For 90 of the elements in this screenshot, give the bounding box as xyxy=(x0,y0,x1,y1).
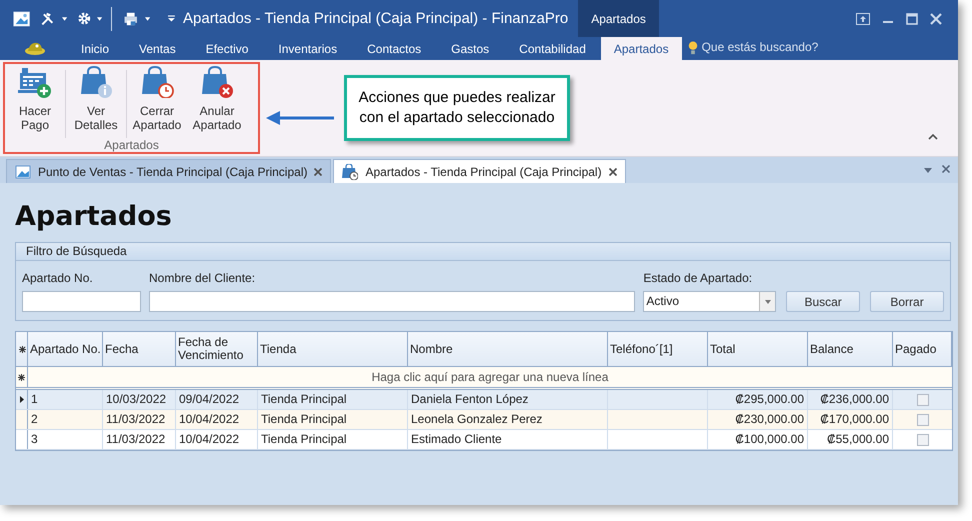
column-header[interactable]: Apartado No. xyxy=(28,332,103,366)
ribbon-button[interactable]: Cerrar Apartado xyxy=(127,66,187,132)
ribbon-tab[interactable]: Efectivo xyxy=(190,37,264,60)
table-cell: 2 xyxy=(31,412,38,426)
document-tab[interactable]: Punto de Ventas - Tienda Principal (Caja Principal) xyxy=(6,159,332,183)
table-cell: Leonela Gonzalez Perez xyxy=(411,412,542,426)
table-cell: 11/03/2022 xyxy=(106,412,166,426)
column-header[interactable]: Pagado xyxy=(893,332,952,366)
arrow xyxy=(266,110,336,126)
close-icon[interactable] xyxy=(314,168,322,176)
table-cell: 10/04/2022 xyxy=(179,432,240,446)
app-menu-icon[interactable] xyxy=(24,41,46,55)
document-tab[interactable]: Apartados - Tienda Principal (Caja Principal) xyxy=(333,159,626,183)
close-icon[interactable] xyxy=(942,165,950,173)
table-cell: ₡55,000.00 xyxy=(826,432,889,446)
image-icon xyxy=(15,164,31,180)
image-icon[interactable] xyxy=(13,8,30,28)
table-cell: Estimado Cliente xyxy=(411,432,502,446)
table-cell: ₡236,000.00 xyxy=(820,392,889,406)
caret-icon[interactable] xyxy=(97,16,103,20)
tab-label: Punto de Ventas - Tienda Principal (Caja Principal) xyxy=(38,164,308,178)
field-label: Estado de Apartado: xyxy=(643,271,754,285)
ribbon-button[interactable]: Hacer Pago xyxy=(5,66,65,132)
table-cell: ₡100,000.00 xyxy=(735,432,804,446)
ribbon-tab[interactable]: Gastos xyxy=(436,37,504,60)
filter-button[interactable]: Borrar xyxy=(870,291,944,312)
ribbon-display-icon[interactable] xyxy=(856,12,870,24)
table-cell: 10/03/2022 xyxy=(106,392,166,406)
cash-register-icon xyxy=(18,66,52,98)
context-tab-label: Apartados xyxy=(578,0,659,37)
close-icon[interactable] xyxy=(608,168,617,176)
field-label: Apartado No. xyxy=(22,271,94,285)
dropdown-icon[interactable] xyxy=(924,168,932,173)
column-header[interactable]: Balance xyxy=(808,332,893,366)
asterisk-icon xyxy=(19,346,26,352)
table-cell: 3 xyxy=(31,432,38,446)
dropdown-field[interactable]: Activo xyxy=(643,291,776,312)
column-header[interactable]: Fecha xyxy=(103,332,176,366)
table-cell: 1 xyxy=(31,392,38,406)
shopping-bag-cancel-icon xyxy=(200,66,234,98)
table-cell: 09/04/2022 xyxy=(179,392,240,406)
callout-text: Acciones que puedes realizar con el apartado seleccionado xyxy=(344,75,570,141)
panel-title: Filtro de Búsqueda xyxy=(26,244,127,258)
current-row-icon xyxy=(20,396,24,403)
column-header[interactable]: Nombre xyxy=(408,332,608,366)
collapse-icon[interactable] xyxy=(928,134,938,140)
maximize-icon[interactable] xyxy=(906,12,918,24)
ribbon-tab[interactable]: Inicio xyxy=(66,37,124,60)
tab-label: Apartados - Tienda Principal (Caja Principal) xyxy=(365,164,602,178)
ribbon-button[interactable]: Anular Apartado xyxy=(187,66,247,132)
group-label: Apartados xyxy=(104,138,159,152)
page-heading: Apartados xyxy=(15,201,173,232)
table-cell: Tienda Principal xyxy=(261,432,347,446)
search-prompt[interactable]: Que estás buscando? xyxy=(702,37,818,60)
ribbon-tab[interactable]: Apartados xyxy=(600,37,682,60)
table-cell: ₡170,000.00 xyxy=(820,412,889,426)
table-cell: 10/04/2022 xyxy=(179,412,240,426)
input-field[interactable] xyxy=(149,291,636,312)
checkbox[interactable] xyxy=(916,414,928,426)
shopping-bag-clock-icon xyxy=(140,66,174,98)
checkbox[interactable] xyxy=(916,434,928,446)
filter-button[interactable]: Buscar xyxy=(786,291,860,312)
column-header[interactable]: Fecha de Vencimiento xyxy=(176,332,258,366)
table-cell: 11/03/2022 xyxy=(106,432,166,446)
column-header[interactable]: Total xyxy=(708,332,808,366)
input-field[interactable] xyxy=(22,291,141,312)
table-cell: Tienda Principal xyxy=(261,392,347,406)
window-title: Apartados - Tienda Principal (Caja Principal) - FinanzaPro xyxy=(183,10,568,27)
caret-icon xyxy=(764,300,771,304)
shopping-bag-info-icon xyxy=(79,66,113,98)
customize-icon[interactable] xyxy=(168,15,175,22)
table-cell: Daniela Fenton López xyxy=(411,392,528,406)
table-cell: Tienda Principal xyxy=(261,412,347,426)
ribbon-tab[interactable]: Contactos xyxy=(352,37,436,60)
ribbon-tab[interactable]: Inventarios xyxy=(263,37,352,60)
ribbon-tab[interactable]: Contabilidad xyxy=(504,37,601,60)
asterisk-icon xyxy=(18,374,25,380)
lightbulb-icon xyxy=(688,41,698,56)
shopping-bag-clock-icon xyxy=(342,164,358,180)
caret-icon[interactable] xyxy=(62,16,67,20)
ribbon-button[interactable]: Ver Detalles xyxy=(66,66,126,132)
checkbox[interactable] xyxy=(916,394,928,406)
ribbon-tab[interactable]: Ventas xyxy=(124,37,191,60)
gear-icon[interactable] xyxy=(76,10,92,27)
table-cell: ₡230,000.00 xyxy=(735,412,804,426)
field-label: Nombre del Cliente: xyxy=(149,271,256,285)
caret-icon[interactable] xyxy=(144,16,150,20)
column-header[interactable]: Teléfono´[1] xyxy=(608,332,708,366)
column-header[interactable]: Tienda xyxy=(258,332,408,366)
table-cell: ₡295,000.00 xyxy=(735,392,804,406)
